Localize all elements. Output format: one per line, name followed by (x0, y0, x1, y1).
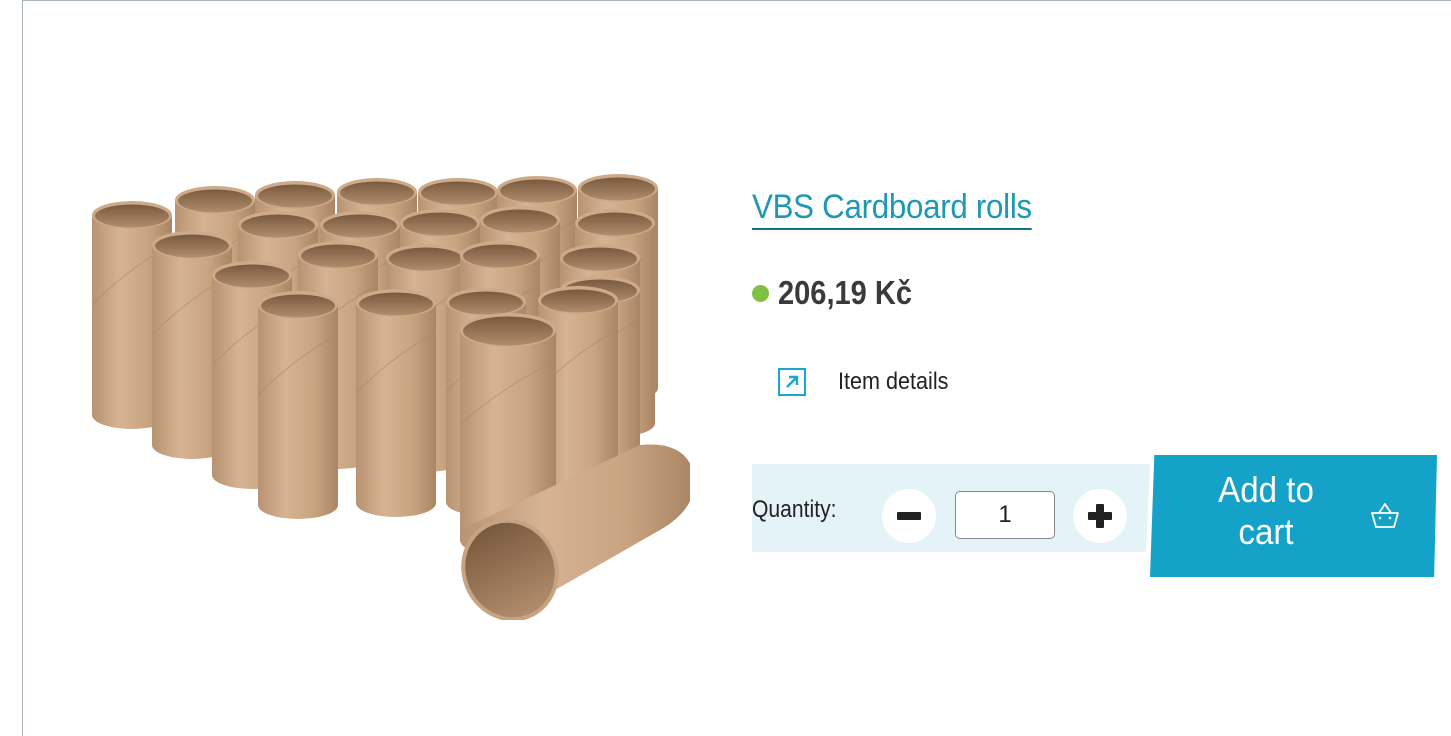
quantity-increment-button[interactable] (1073, 489, 1127, 543)
minus-icon (897, 512, 921, 520)
quantity-label: Quantity: (752, 496, 837, 523)
add-to-cart-label: Add to cart (1218, 469, 1314, 552)
add-to-cart-button[interactable]: Add to cart (1150, 455, 1437, 577)
quantity-decrement-button[interactable] (882, 489, 936, 543)
availability-dot (752, 284, 769, 302)
external-arrow-icon (778, 368, 806, 396)
quantity-input[interactable] (955, 491, 1055, 539)
product-image[interactable] (40, 150, 690, 620)
product-price: 206,19 Kč (778, 274, 913, 311)
cardboard-rolls-photo (91, 174, 690, 620)
basket-icon (1368, 499, 1402, 533)
item-details-label: Item details (838, 368, 949, 395)
price-row: 206,19 Kč (752, 274, 930, 312)
item-details-link[interactable]: Item details (778, 368, 961, 396)
plus-icon (1088, 504, 1112, 528)
product-title-link[interactable]: VBS Cardboard rolls (752, 186, 1032, 230)
